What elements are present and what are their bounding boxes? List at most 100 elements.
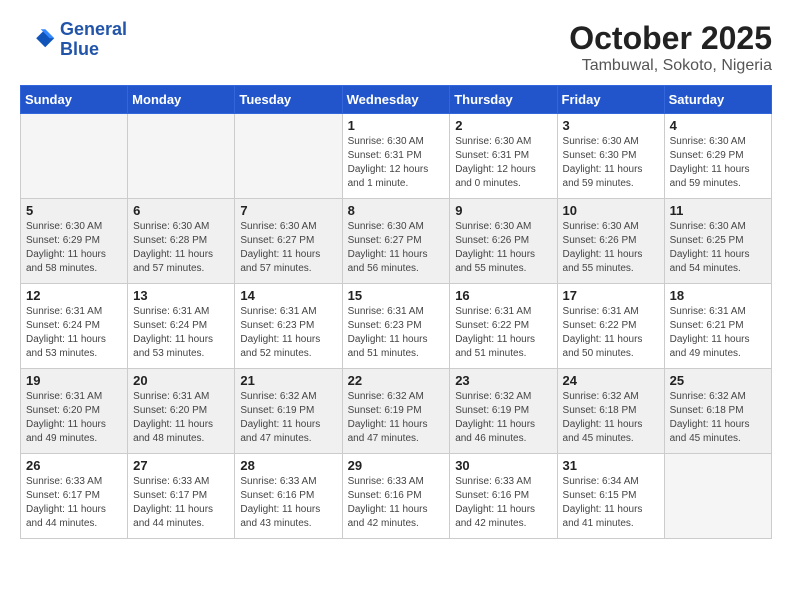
day-info: Sunrise: 6:33 AM Sunset: 6:16 PM Dayligh… bbox=[455, 475, 551, 531]
day-info: Sunrise: 6:32 AM Sunset: 6:19 PM Dayligh… bbox=[348, 390, 445, 446]
calendar-cell: 17Sunrise: 6:31 AM Sunset: 6:22 PM Dayli… bbox=[557, 284, 664, 369]
weekday-header-tuesday: Tuesday bbox=[235, 86, 342, 114]
page-header: General Blue October 2025 Tambuwal, Soko… bbox=[20, 20, 772, 75]
calendar-cell: 22 Sunrise: 6:32 AM Sunset: 6:19 PM Dayli… bbox=[342, 369, 450, 454]
day-number: 4 bbox=[670, 118, 766, 133]
title-area: October 2025 Tambuwal, Sokoto, Nigeria bbox=[569, 20, 772, 75]
day-number: 10 bbox=[563, 203, 659, 218]
calendar-week-row: 5 Sunrise: 6:30 AM Sunset: 6:29 PM Daylig… bbox=[21, 199, 772, 284]
day-info: Sunrise: 6:33 AM Sunset: 6:16 PM Dayligh… bbox=[348, 475, 445, 531]
day-info: Sunrise: 6:32 AM Sunset: 6:18 PM Dayligh… bbox=[670, 390, 766, 446]
day-info: Sunrise: 6:30 AM Sunset: 6:29 PM Dayligh… bbox=[26, 220, 122, 276]
calendar-cell: 18 Sunrise: 6:31 AM Sunset: 6:21 PM Dayli… bbox=[664, 284, 771, 369]
day-number: 29 bbox=[348, 458, 445, 473]
weekday-header-row: SundayMondayTuesdayWednesdayThursdayFrid… bbox=[21, 86, 772, 114]
day-info: Sunrise: 6:30 AM Sunset: 6:25 PM Dayligh… bbox=[670, 220, 766, 276]
weekday-header-thursday: Thursday bbox=[450, 86, 557, 114]
day-info: Sunrise: 6:30 AM Sunset: 6:26 PM Dayligh… bbox=[455, 220, 551, 276]
calendar-week-row: 26 Sunrise: 6:33 AM Sunset: 6:17 PM Dayli… bbox=[21, 454, 772, 539]
day-number: 9 bbox=[455, 203, 551, 218]
weekday-header-sunday: Sunday bbox=[21, 86, 128, 114]
day-number: 15 bbox=[348, 288, 445, 303]
day-number: 30 bbox=[455, 458, 551, 473]
calendar-week-row: 19 Sunrise: 6:31 AM Sunset: 6:20 PM Dayli… bbox=[21, 369, 772, 454]
day-info: Sunrise: 6:30 AM Sunset: 6:27 PM Dayligh… bbox=[240, 220, 336, 276]
calendar-cell: 11 Sunrise: 6:30 AM Sunset: 6:25 PM Dayli… bbox=[664, 199, 771, 284]
day-number: 16 bbox=[455, 288, 551, 303]
day-info: Sunrise: 6:32 AM Sunset: 6:18 PM Dayligh… bbox=[563, 390, 659, 446]
day-number: 22 bbox=[348, 373, 445, 388]
day-number: 2 bbox=[455, 118, 551, 133]
day-info: Sunrise: 6:30 AM Sunset: 6:31 PM Dayligh… bbox=[455, 135, 551, 191]
day-number: 19 bbox=[26, 373, 122, 388]
day-number: 12 bbox=[26, 288, 122, 303]
day-info: Sunrise: 6:30 AM Sunset: 6:28 PM Dayligh… bbox=[133, 220, 229, 276]
logo-line1: General bbox=[60, 20, 127, 40]
day-number: 11 bbox=[670, 203, 766, 218]
day-info: Sunrise: 6:31 AM Sunset: 6:21 PM Dayligh… bbox=[670, 305, 766, 361]
calendar: SundayMondayTuesdayWednesdayThursdayFrid… bbox=[20, 85, 772, 539]
day-info: Sunrise: 6:34 AM Sunset: 6:15 PM Dayligh… bbox=[563, 475, 659, 531]
day-number: 27 bbox=[133, 458, 229, 473]
day-info: Sunrise: 6:32 AM Sunset: 6:19 PM Dayligh… bbox=[455, 390, 551, 446]
day-number: 6 bbox=[133, 203, 229, 218]
day-number: 8 bbox=[348, 203, 445, 218]
calendar-cell: 23 Sunrise: 6:32 AM Sunset: 6:19 PM Dayli… bbox=[450, 369, 557, 454]
day-number: 23 bbox=[455, 373, 551, 388]
calendar-cell: 4 Sunrise: 6:30 AM Sunset: 6:29 PM Daylig… bbox=[664, 114, 771, 199]
calendar-week-row: 12 Sunrise: 6:31 AM Sunset: 6:24 PM Dayli… bbox=[21, 284, 772, 369]
day-info: Sunrise: 6:31 AM Sunset: 6:24 PM Dayligh… bbox=[26, 305, 122, 361]
weekday-header-saturday: Saturday bbox=[664, 86, 771, 114]
day-info: Sunrise: 6:33 AM Sunset: 6:16 PM Dayligh… bbox=[240, 475, 336, 531]
weekday-header-wednesday: Wednesday bbox=[342, 86, 450, 114]
logo-text: General Blue bbox=[60, 20, 127, 60]
calendar-cell bbox=[664, 454, 771, 539]
calendar-cell: 5 Sunrise: 6:30 AM Sunset: 6:29 PM Daylig… bbox=[21, 199, 128, 284]
calendar-cell bbox=[21, 114, 128, 199]
logo: General Blue bbox=[20, 20, 127, 60]
day-info: Sunrise: 6:32 AM Sunset: 6:19 PM Dayligh… bbox=[240, 390, 336, 446]
day-info: Sunrise: 6:31 AM Sunset: 6:20 PM Dayligh… bbox=[26, 390, 122, 446]
calendar-cell: 6 Sunrise: 6:30 AM Sunset: 6:28 PM Daylig… bbox=[128, 199, 235, 284]
calendar-cell: 8 Sunrise: 6:30 AM Sunset: 6:27 PM Daylig… bbox=[342, 199, 450, 284]
day-number: 14 bbox=[240, 288, 336, 303]
calendar-cell: 15 Sunrise: 6:31 AM Sunset: 6:23 PM Dayli… bbox=[342, 284, 450, 369]
day-info: Sunrise: 6:31 AM Sunset: 6:22 PM Dayligh… bbox=[563, 305, 659, 361]
calendar-cell: 24 Sunrise: 6:32 AM Sunset: 6:18 PM Dayli… bbox=[557, 369, 664, 454]
calendar-cell: 7 Sunrise: 6:30 AM Sunset: 6:27 PM Daylig… bbox=[235, 199, 342, 284]
location-title: Tambuwal, Sokoto, Nigeria bbox=[569, 57, 772, 75]
calendar-cell: 3Sunrise: 6:30 AM Sunset: 6:30 PM Daylig… bbox=[557, 114, 664, 199]
calendar-cell: 2 Sunrise: 6:30 AM Sunset: 6:31 PM Daylig… bbox=[450, 114, 557, 199]
day-number: 7 bbox=[240, 203, 336, 218]
calendar-cell: 30 Sunrise: 6:33 AM Sunset: 6:16 PM Dayli… bbox=[450, 454, 557, 539]
day-info: Sunrise: 6:30 AM Sunset: 6:26 PM Dayligh… bbox=[563, 220, 659, 276]
day-info: Sunrise: 6:31 AM Sunset: 6:23 PM Dayligh… bbox=[348, 305, 445, 361]
day-number: 24 bbox=[563, 373, 659, 388]
calendar-cell: 21 Sunrise: 6:32 AM Sunset: 6:19 PM Dayli… bbox=[235, 369, 342, 454]
weekday-header-friday: Friday bbox=[557, 86, 664, 114]
day-info: Sunrise: 6:31 AM Sunset: 6:20 PM Dayligh… bbox=[133, 390, 229, 446]
calendar-cell: 13Sunrise: 6:31 AM Sunset: 6:24 PM Dayli… bbox=[128, 284, 235, 369]
day-info: Sunrise: 6:30 AM Sunset: 6:27 PM Dayligh… bbox=[348, 220, 445, 276]
day-number: 21 bbox=[240, 373, 336, 388]
calendar-cell: 20 Sunrise: 6:31 AM Sunset: 6:20 PM Dayli… bbox=[128, 369, 235, 454]
day-info: Sunrise: 6:33 AM Sunset: 6:17 PM Dayligh… bbox=[26, 475, 122, 531]
calendar-cell: 28Sunrise: 6:33 AM Sunset: 6:16 PM Dayli… bbox=[235, 454, 342, 539]
day-number: 20 bbox=[133, 373, 229, 388]
calendar-cell: 31Sunrise: 6:34 AM Sunset: 6:15 PM Dayli… bbox=[557, 454, 664, 539]
day-info: Sunrise: 6:30 AM Sunset: 6:29 PM Dayligh… bbox=[670, 135, 766, 191]
day-info: Sunrise: 6:31 AM Sunset: 6:23 PM Dayligh… bbox=[240, 305, 336, 361]
day-number: 25 bbox=[670, 373, 766, 388]
calendar-cell bbox=[128, 114, 235, 199]
calendar-cell: 16Sunrise: 6:31 AM Sunset: 6:22 PM Dayli… bbox=[450, 284, 557, 369]
day-number: 26 bbox=[26, 458, 122, 473]
calendar-cell: 26 Sunrise: 6:33 AM Sunset: 6:17 PM Dayli… bbox=[21, 454, 128, 539]
calendar-week-row: 1 Sunrise: 6:30 AM Sunset: 6:31 PM Daylig… bbox=[21, 114, 772, 199]
day-number: 5 bbox=[26, 203, 122, 218]
day-info: Sunrise: 6:31 AM Sunset: 6:24 PM Dayligh… bbox=[133, 305, 229, 361]
day-info: Sunrise: 6:33 AM Sunset: 6:17 PM Dayligh… bbox=[133, 475, 229, 531]
month-title: October 2025 bbox=[569, 20, 772, 57]
day-number: 1 bbox=[348, 118, 445, 133]
calendar-cell: 27 Sunrise: 6:33 AM Sunset: 6:17 PM Dayli… bbox=[128, 454, 235, 539]
day-number: 18 bbox=[670, 288, 766, 303]
